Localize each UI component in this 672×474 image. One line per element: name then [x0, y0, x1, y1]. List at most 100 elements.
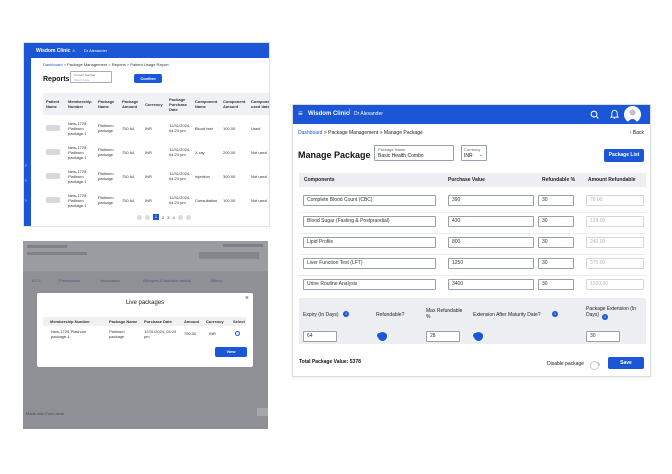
crumb-dashboard[interactable]: Dashboard [43, 62, 63, 67]
info-icon[interactable]: i [552, 311, 558, 317]
cell: INR [209, 331, 216, 336]
row-divider [299, 233, 646, 234]
refund-pct-input[interactable]: 30 [538, 216, 574, 227]
purchase-value-input[interactable]: 1250 [448, 258, 534, 269]
cell: Blood test [195, 126, 213, 131]
page-title: Reports [43, 76, 70, 83]
component-input[interactable]: Blood Sugar (Fasting & Postprandial) [303, 216, 436, 227]
bg-tab: ECG [32, 278, 41, 283]
confirm-button[interactable]: Confirm [134, 74, 162, 83]
cell: 100.00 [223, 126, 236, 131]
refund-pct-input[interactable]: 30 [538, 258, 574, 269]
component-input[interactable]: Liver Function Test (LFT) [303, 258, 436, 269]
refundable-toggle[interactable] [377, 332, 387, 341]
back-link[interactable]: ‹ Back [630, 130, 644, 136]
bg-tab: Vaccination [100, 278, 121, 283]
app-header: ≡ Wisdom Clinic | Dr Alexander [293, 105, 650, 124]
live-packages-screenshot: ECG Prescription Vaccination Allergies &… [23, 241, 268, 429]
max-refund-label: Max Refundable % [426, 308, 463, 320]
chevron-icon[interactable]: › [25, 178, 27, 184]
sidebar-rail: › › › [24, 58, 31, 226]
divider: | [349, 109, 351, 115]
component-input[interactable]: Urine Routine Analysis [303, 279, 436, 290]
chevron-icon[interactable]: › [25, 198, 27, 204]
avatar[interactable] [624, 106, 641, 123]
crumb-package-management[interactable]: Package Management [67, 62, 107, 67]
cell: 750.64 [122, 174, 135, 179]
extension-toggle[interactable] [473, 332, 483, 341]
close-icon[interactable]: × [245, 295, 249, 302]
component-input[interactable]: Complete Blood Count (CBC) [303, 195, 436, 206]
info-icon[interactable]: i [343, 311, 349, 317]
disable-package-toggle[interactable] [590, 361, 600, 370]
components-table-header: Components Purchase Value Refundable % A… [299, 173, 646, 187]
max-refund-input[interactable]: 28 [426, 331, 460, 342]
purchase-value-input[interactable]: 800 [448, 237, 534, 248]
menu-icon[interactable]: ≡ [298, 109, 303, 118]
row-divider [299, 275, 646, 276]
currency-select[interactable]: Currency INR ⌄ [461, 145, 487, 161]
crumb-package-management[interactable]: Package Management [328, 130, 378, 136]
dim-element [257, 408, 268, 416]
dim-bar [27, 245, 67, 248]
cell: 12/31/2024, 04:24 pm [169, 195, 191, 205]
bg-tab: Allergies & Nutrition details [143, 278, 191, 283]
last-page-icon[interactable] [185, 214, 191, 220]
cell: INR [145, 126, 152, 131]
cell: 300.00 [223, 174, 236, 179]
page-3[interactable]: 3 [167, 215, 169, 220]
first-page-icon[interactable] [137, 214, 142, 220]
cell: Platinum package [98, 123, 114, 133]
save-button[interactable]: Save [608, 357, 644, 369]
field-label: Current Number [74, 73, 96, 77]
next-page-icon[interactable] [177, 214, 183, 220]
alert-icon[interactable]: ⚠ [72, 48, 76, 53]
bell-icon[interactable] [610, 109, 619, 119]
expiry-input[interactable]: 64 [303, 331, 337, 342]
search-icon[interactable] [590, 110, 599, 119]
patient-name-redacted [46, 173, 60, 179]
chevron-icon[interactable]: › [25, 163, 27, 169]
manage-package-screenshot: ≡ Wisdom Clinic | Dr Alexander Dashboard… [292, 104, 651, 377]
extension-days-input[interactable]: 30 [586, 331, 620, 342]
refund-pct-input[interactable]: 30 [538, 237, 574, 248]
component-input[interactable]: Lipid Profile [303, 237, 436, 248]
user-name[interactable]: Dr Alexander [354, 111, 383, 117]
extension-days-label: Package Extension (In Days) [586, 306, 637, 318]
purchase-value-input[interactable]: 3400 [448, 279, 534, 290]
field-label: Package Name [378, 147, 406, 152]
col-date: Package Purchase Date [169, 97, 188, 112]
package-list-button[interactable]: Package List [604, 149, 644, 162]
info-icon[interactable]: i [602, 314, 608, 320]
refund-pct-input[interactable]: 30 [538, 279, 574, 290]
crumb-dashboard[interactable]: Dashboard [298, 130, 322, 136]
dialog-row[interactable]: New-1729-Platinum package-1 Platinum pac… [43, 327, 246, 342]
date-field[interactable]: Current Number Select Date [70, 71, 112, 83]
page-2[interactable]: 2 [162, 215, 164, 220]
col-date: Purchase Date [144, 319, 172, 324]
field-value: Select Date [74, 78, 90, 82]
select-radio[interactable] [235, 331, 240, 336]
col-used: Component used date [251, 99, 270, 109]
cell: 12/31/2024, 04:24 pm [144, 329, 177, 339]
user-name[interactable]: Dr Alexander [84, 48, 107, 53]
page-1[interactable]: 1 [153, 214, 159, 220]
dim-bar [223, 244, 263, 247]
col-currency: Currency [206, 319, 224, 324]
page-4[interactable]: 4 [172, 215, 174, 220]
cell: Platinum package [98, 195, 114, 205]
cell: Platinum package [98, 171, 114, 181]
refund-pct-input[interactable]: 30 [538, 195, 574, 206]
purchase-value-input[interactable]: 430 [448, 216, 534, 227]
refund-amount-field: 1020.00 [586, 279, 644, 290]
cell: New-1729-Platinum package-1 [51, 329, 87, 339]
purchase-value-input[interactable]: 390 [448, 195, 534, 206]
crumb-reports[interactable]: Reports [112, 62, 126, 67]
col-component: Component Name [195, 99, 218, 109]
view-button[interactable]: View [215, 347, 247, 357]
dialog-title: Live packages [125, 300, 165, 306]
col-package: Package Name [109, 319, 138, 324]
package-name-field[interactable]: Package Name Basic Health Combo [374, 145, 454, 161]
dim-bar [27, 252, 87, 255]
prev-page-icon[interactable] [145, 214, 150, 220]
